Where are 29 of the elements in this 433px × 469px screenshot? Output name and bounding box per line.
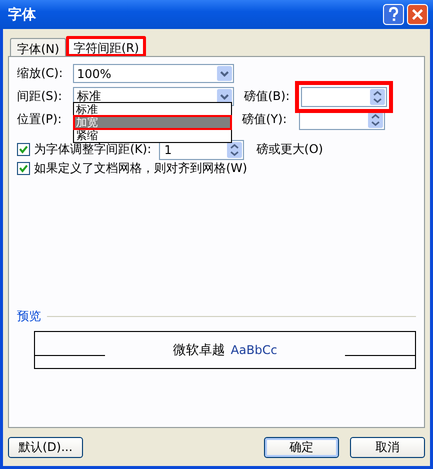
scale-label: 缩放(C):: [17, 65, 64, 82]
cancel-button[interactable]: 取消: [350, 437, 425, 458]
ok-button[interactable]: 确定: [264, 437, 339, 458]
tab[interactable]: 字符间距(R): [66, 36, 146, 57]
checkbox[interactable]: [17, 162, 30, 175]
points-spinbox[interactable]: [301, 86, 387, 106]
dropdown-option[interactable]: 加宽: [74, 116, 231, 129]
spinbox-value: 1: [164, 142, 172, 156]
position-label: 位置(P):: [17, 111, 63, 128]
preview-text: 微软卓越: [172, 342, 225, 359]
scale-dropdown[interactable]: 100%: [73, 64, 234, 83]
window-title: 字体: [8, 6, 37, 24]
spin-arrows-icon[interactable]: [370, 88, 385, 104]
checkbox[interactable]: [17, 143, 30, 156]
tab[interactable]: 字体(N): [10, 38, 66, 56]
default-button[interactable]: 默认(D)...: [8, 437, 83, 458]
help-icon[interactable]: [383, 4, 404, 25]
points-label: 磅值(B):: [244, 88, 291, 105]
dropdown-option[interactable]: 紧缩: [74, 129, 231, 142]
spin-arrows-icon[interactable]: [227, 142, 242, 158]
points-label: 磅值(Y):: [242, 111, 288, 128]
checkbox-label: 为字体调整字间距(K):: [34, 141, 152, 158]
unit-label: 磅或更大(O): [256, 141, 324, 158]
preview-label: 预览: [17, 308, 41, 325]
close-icon[interactable]: [407, 4, 428, 25]
dropdown-option[interactable]: 标准: [74, 103, 231, 116]
spacing-label: 间距(S):: [17, 88, 64, 105]
checkbox-label: 如果定义了文档网格，则对齐到网格(W): [34, 160, 248, 177]
preview-latin-text: AaBbCc: [230, 343, 278, 357]
